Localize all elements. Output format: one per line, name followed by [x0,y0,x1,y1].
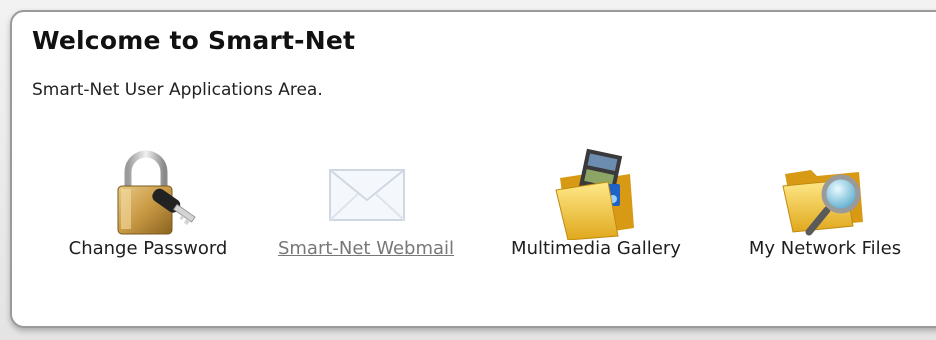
app-label-multimedia-gallery[interactable]: Multimedia Gallery [486,238,706,259]
app-label-webmail[interactable]: Smart-Net Webmail [256,238,476,259]
padlock-key-icon[interactable] [98,144,198,240]
app-label-change-password[interactable]: Change Password [38,238,258,259]
media-folder-icon[interactable] [546,144,646,240]
envelope-icon[interactable] [316,144,416,240]
app-my-network-files[interactable]: My Network Files [715,144,935,284]
app-webmail[interactable]: Smart-Net Webmail [256,144,476,284]
page: Welcome to Smart-Net Smart-Net User Appl… [0,0,936,340]
panel-title: Welcome to Smart-Net [32,26,356,55]
folder-search-icon[interactable] [775,144,875,240]
app-change-password[interactable]: Change Password [38,144,258,284]
app-multimedia-gallery[interactable]: Multimedia Gallery [486,144,706,284]
welcome-panel: Welcome to Smart-Net Smart-Net User Appl… [10,10,936,328]
app-label-my-network-files[interactable]: My Network Files [715,238,935,259]
panel-subtitle: Smart-Net User Applications Area. [32,80,323,100]
